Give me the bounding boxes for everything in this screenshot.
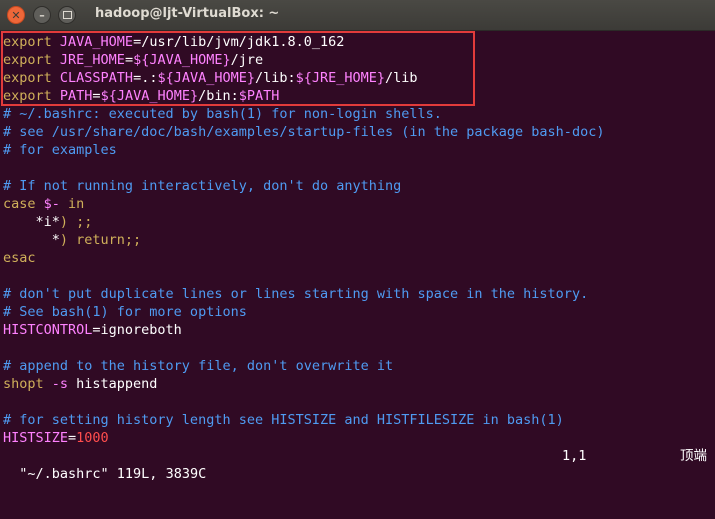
code-token: case: [3, 196, 36, 212]
code-token: =ignoreboth: [92, 322, 182, 338]
code-token: # don't put duplicate lines or lines sta…: [3, 286, 589, 302]
file-info: "~/.bashrc" 119L, 3839C: [19, 466, 207, 482]
code-token: /lib: [385, 70, 418, 86]
code-line: # ~/.bashrc: executed by bash(1) for non…: [3, 105, 713, 123]
code-line: esac: [3, 249, 713, 267]
code-token: *: [3, 232, 60, 248]
code-token: /bin:: [198, 88, 239, 104]
code-token: shopt: [3, 376, 44, 392]
code-token: =/usr/lib/jvm/jdk1.8.0_162: [133, 34, 345, 50]
code-token: PATH: [51, 88, 93, 104]
code-line: # If not running interactively, don't do…: [3, 177, 713, 195]
code-line: # for setting history length see HISTSIZ…: [3, 411, 713, 429]
code-token: # for examples: [3, 142, 117, 158]
code-token: ${JAVA_HOME}: [133, 52, 231, 68]
code-token: CLASSPATH: [51, 70, 134, 86]
code-token: /lib:: [255, 70, 296, 86]
code-token: # If not running interactively, don't do…: [3, 178, 402, 194]
code-line: # See bash(1) for more options: [3, 303, 713, 321]
code-token: =: [124, 52, 134, 68]
code-token: in: [59, 196, 85, 212]
scroll-position: 顶端: [680, 448, 707, 464]
code-token: histappend: [68, 376, 158, 392]
vim-status-line: "~/.bashrc" 119L, 3839C 1,1 顶端: [3, 447, 715, 482]
code-token: HISTCONTROL: [3, 322, 93, 338]
code-token: # for setting history length see HISTSIZ…: [3, 412, 564, 428]
code-line: # for examples: [3, 141, 713, 159]
code-token: ) ;;: [59, 214, 93, 230]
window-titlebar[interactable]: ✕ – hadoop@ljt-VirtualBox: ~: [0, 0, 715, 31]
code-token: ${JAVA_HOME}: [100, 88, 199, 104]
code-token: export: [3, 52, 52, 68]
code-token: ${JAVA_HOME}: [157, 70, 255, 86]
code-token: # see /usr/share/doc/bash/examples/start…: [3, 124, 605, 140]
code-line: export CLASSPATH=.:${JAVA_HOME}/lib:${JR…: [3, 69, 713, 87]
code-token: $-: [35, 196, 60, 212]
code-line: *i*) ;;: [3, 213, 713, 231]
code-token: export: [3, 34, 52, 50]
code-line: case $- in: [3, 195, 713, 213]
code-token: =: [92, 88, 101, 104]
code-line: *) return;;: [3, 231, 713, 249]
code-token: =: [68, 430, 77, 446]
code-line: HISTSIZE=1000: [3, 429, 713, 447]
code-token: export: [3, 70, 52, 86]
code-token: JRE_HOME: [51, 52, 125, 68]
code-token: 1000: [76, 430, 109, 446]
code-token: =.:: [133, 70, 158, 86]
code-token: -s: [43, 376, 69, 392]
code-token: export: [3, 88, 52, 104]
code-line: # append to the history file, don't over…: [3, 357, 713, 375]
code-line: shopt -s histappend: [3, 375, 713, 393]
code-token: ) return;;: [59, 232, 142, 248]
code-line: export JRE_HOME=${JAVA_HOME}/jre: [3, 51, 713, 69]
minimize-icon[interactable]: –: [33, 6, 51, 24]
code-token: # ~/.bashrc: executed by bash(1) for non…: [3, 106, 442, 122]
code-token: HISTSIZE: [3, 430, 69, 446]
code-line: HISTCONTROL=ignoreboth: [3, 321, 713, 339]
cursor-position: 1,1: [562, 448, 587, 464]
maximize-icon[interactable]: [58, 6, 76, 24]
window-title: hadoop@ljt-VirtualBox: ~: [95, 6, 280, 21]
code-token: esac: [3, 250, 36, 266]
code-line: export JAVA_HOME=/usr/lib/jvm/jdk1.8.0_1…: [3, 33, 713, 51]
terminal-editor[interactable]: export JAVA_HOME=/usr/lib/jvm/jdk1.8.0_1…: [3, 33, 713, 460]
code-token: *i*: [3, 214, 60, 230]
close-icon[interactable]: ✕: [7, 6, 25, 24]
code-token: # See bash(1) for more options: [3, 304, 247, 320]
code-line: # see /usr/share/doc/bash/examples/start…: [3, 123, 713, 141]
code-token: ${JRE_HOME}: [295, 70, 386, 86]
code-token: $PATH: [238, 88, 280, 104]
code-token: # append to the history file, don't over…: [3, 358, 394, 374]
code-token: /jre: [230, 52, 264, 68]
code-token: JAVA_HOME: [51, 34, 134, 50]
code-line: # don't put duplicate lines or lines sta…: [3, 285, 713, 303]
code-line: export PATH=${JAVA_HOME}/bin:$PATH: [3, 87, 713, 105]
